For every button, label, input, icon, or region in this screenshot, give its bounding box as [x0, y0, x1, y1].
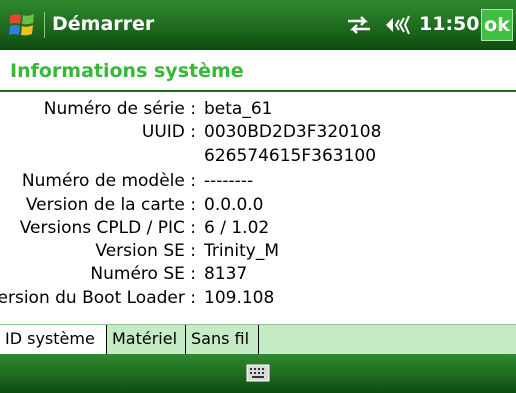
softkey-bar [0, 354, 516, 393]
info-value: 8137 [204, 264, 248, 284]
info-value: -------- [204, 171, 254, 191]
info-label: Numéro de modèle : [21, 171, 196, 191]
info-label: Version SE : [95, 241, 196, 261]
info-row-os-version: Version SE : Trinity_M [0, 241, 516, 265]
info-value: 0030BD2D3F320108 [204, 122, 382, 142]
info-row-uuid: UUID : 0030BD2D3F320108 [0, 122, 516, 146]
info-label: Numéro SE : [90, 264, 196, 284]
title-separator [44, 12, 45, 38]
info-label: Version du Boot Loader : [0, 288, 196, 308]
ok-button[interactable]: ok [481, 9, 513, 41]
windows-start-icon[interactable] [7, 10, 37, 40]
clock[interactable]: 11:50 [419, 13, 479, 35]
connectivity-icon[interactable] [345, 14, 373, 36]
tab-wireless[interactable]: Sans fil [186, 325, 259, 354]
tab-system-id[interactable]: ID système [0, 325, 107, 354]
info-label: UUID : [141, 122, 196, 142]
info-row-serial: Numéro de série : beta_61 [0, 99, 516, 123]
info-value: 109.108 [204, 288, 275, 308]
info-row-bootloader: Version du Boot Loader : 109.108 [0, 288, 516, 312]
info-row-os-number: Numéro SE : 8137 [0, 264, 516, 288]
info-label: Versions CPLD / PIC : [19, 218, 196, 238]
page-header: Informations système [0, 50, 516, 92]
start-menu-title[interactable]: Démarrer [52, 13, 154, 35]
info-row-board: Version de la carte : 0.0.0.0 [0, 195, 516, 219]
tab-hardware[interactable]: Matériel [107, 325, 186, 354]
info-row-model: Numéro de modèle : -------- [0, 171, 516, 195]
info-value: beta_61 [204, 99, 273, 119]
keyboard-icon[interactable] [246, 364, 270, 382]
info-label: Numéro de série : [43, 99, 196, 119]
volume-icon[interactable] [383, 14, 413, 36]
info-value: 626574615F363100 [204, 146, 377, 166]
tab-bar: ID système Matériel Sans fil [0, 324, 516, 354]
info-value: 0.0.0.0 [204, 195, 264, 215]
info-row-cpld: Versions CPLD / PIC : 6 / 1.02 [0, 218, 516, 242]
info-value: 6 / 1.02 [204, 218, 270, 238]
info-row-uuid-cont: 626574615F363100 [0, 146, 516, 170]
info-value: Trinity_M [204, 241, 279, 261]
title-bar: Démarrer 11:50 ok [0, 0, 516, 50]
page-title: Informations système [10, 60, 244, 82]
info-label: Version de la carte : [25, 195, 196, 215]
